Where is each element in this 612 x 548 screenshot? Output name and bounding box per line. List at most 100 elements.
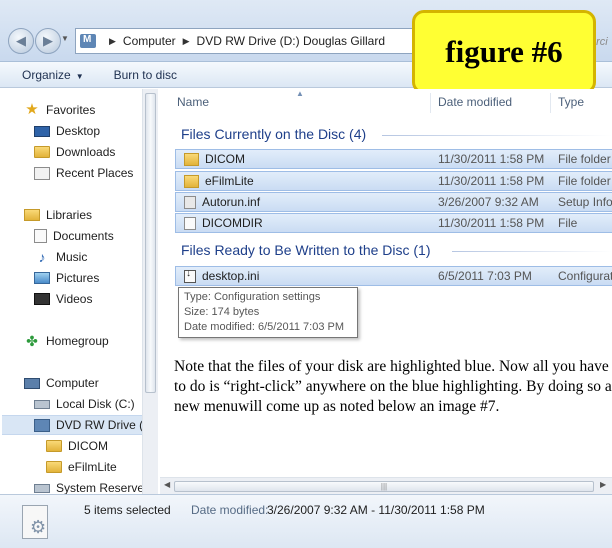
nav-label: Music bbox=[56, 250, 88, 264]
file-type: File bbox=[558, 216, 578, 230]
nav-label: Videos bbox=[56, 292, 93, 306]
breadcrumb-dvd-drive[interactable]: DVD RW Drive (D:) Douglas Gillard bbox=[197, 34, 385, 48]
file-date: 3/26/2007 9:32 AM bbox=[438, 195, 539, 209]
file-row[interactable]: DICOM 11/30/2011 1:58 PM File folder bbox=[175, 149, 612, 169]
group-divider bbox=[452, 251, 612, 252]
file-row[interactable]: eFilmLite 11/30/2011 1:58 PM File folder bbox=[175, 171, 612, 191]
horizontal-scroll-thumb[interactable]: ||| bbox=[174, 481, 594, 492]
file-date: 11/30/2011 1:58 PM bbox=[438, 174, 545, 188]
file-date: 11/30/2011 1:58 PM bbox=[438, 152, 545, 166]
nav-label: Downloads bbox=[56, 145, 116, 159]
tooltip-type: Type: Configuration settings bbox=[184, 291, 321, 303]
nav-pictures[interactable]: Pictures bbox=[34, 268, 99, 288]
nav-efilmlite-folder[interactable]: eFilmLite bbox=[46, 457, 117, 477]
group-header-on-disc[interactable]: Files Currently on the Disc (4) bbox=[181, 126, 366, 142]
file-row[interactable]: Autorun.inf 3/26/2007 9:32 AM Setup Info bbox=[175, 192, 612, 212]
nav-label: Computer bbox=[46, 376, 99, 390]
nav-label: eFilmLite bbox=[68, 460, 117, 474]
nav-scroll-thumb[interactable] bbox=[145, 93, 156, 393]
nav-label: DVD RW Drive (D bbox=[56, 418, 152, 432]
nav-libraries[interactable]: Libraries bbox=[24, 205, 92, 225]
breadcrumb-separator-icon[interactable]: ▶ bbox=[183, 36, 190, 47]
nav-videos[interactable]: Videos bbox=[34, 289, 92, 309]
address-box[interactable]: ▶ Computer ▶ DVD RW Drive (D:) Douglas G… bbox=[75, 28, 420, 54]
nav-label: Recent Places bbox=[56, 166, 134, 180]
group-header-ready-to-write[interactable]: Files Ready to Be Written to the Disc (1… bbox=[181, 242, 431, 258]
file-type: File folder bbox=[558, 174, 611, 188]
instruction-note: Note that the files of your disk are hig… bbox=[174, 358, 612, 415]
group-divider bbox=[382, 135, 612, 136]
scroll-right-icon[interactable]: ▶ bbox=[600, 480, 606, 489]
nav-system-reserved[interactable]: System Reserved bbox=[34, 478, 151, 494]
setup-file-icon bbox=[184, 195, 196, 209]
sort-ascending-icon: ▲ bbox=[296, 89, 304, 98]
nav-favorites[interactable]: ★ Favorites bbox=[24, 100, 95, 120]
file-date: 11/30/2011 1:58 PM bbox=[438, 216, 545, 230]
downloads-folder-icon bbox=[34, 146, 50, 158]
file-row[interactable]: desktop.ini 6/5/2011 7:03 PM Configurati bbox=[175, 266, 612, 286]
nav-label: Local Disk (C:) bbox=[56, 397, 135, 411]
pictures-icon bbox=[34, 272, 50, 284]
nav-music[interactable]: ♪ Music bbox=[34, 247, 88, 267]
hard-disk-icon bbox=[34, 399, 50, 409]
column-header-date-modified[interactable]: Date modified bbox=[438, 95, 512, 109]
recent-pages-chevron-icon[interactable]: ▼ bbox=[61, 34, 69, 43]
breadcrumb-separator-icon[interactable]: ▶ bbox=[109, 36, 116, 47]
nav-downloads[interactable]: Downloads bbox=[34, 142, 115, 162]
nav-homegroup[interactable]: ✤ Homegroup bbox=[24, 331, 109, 351]
file-name: DICOMDIR bbox=[202, 216, 263, 230]
tooltip-size: Size: 174 bytes bbox=[184, 306, 260, 318]
nav-dicom-folder[interactable]: DICOM bbox=[46, 436, 108, 456]
folder-icon bbox=[184, 152, 199, 166]
date-modified-range: 3/26/2007 9:32 AM - 11/30/2011 1:58 PM bbox=[267, 503, 485, 517]
file-name: desktop.ini bbox=[202, 269, 260, 283]
tooltip-date: Date modified: 6/5/2011 7:03 PM bbox=[184, 321, 345, 333]
nav-documents[interactable]: Documents bbox=[34, 226, 114, 246]
nav-desktop[interactable]: Desktop bbox=[34, 121, 100, 141]
nav-label: Pictures bbox=[56, 271, 100, 285]
nav-local-disk[interactable]: Local Disk (C:) bbox=[34, 394, 135, 414]
videos-film-icon bbox=[34, 293, 50, 305]
star-icon: ★ bbox=[25, 101, 39, 118]
libraries-icon bbox=[24, 209, 40, 221]
column-divider[interactable] bbox=[430, 93, 431, 113]
date-modified-label: Date modified: bbox=[191, 503, 269, 517]
nav-computer[interactable]: Computer bbox=[24, 373, 99, 393]
back-button[interactable]: ◀ bbox=[8, 28, 34, 54]
nav-scrollbar[interactable] bbox=[142, 89, 158, 494]
selection-count: 5 items selected bbox=[84, 503, 171, 517]
file-row[interactable]: DICOMDIR 11/30/2011 1:58 PM File bbox=[175, 213, 612, 233]
folder-icon bbox=[184, 174, 199, 188]
desktop-icon bbox=[34, 125, 50, 137]
nav-label: System Reserved bbox=[56, 481, 151, 494]
column-divider[interactable] bbox=[550, 93, 551, 113]
nav-label: Documents bbox=[53, 229, 114, 243]
scroll-left-icon[interactable]: ◀ bbox=[164, 480, 170, 489]
music-note-icon: ♪ bbox=[38, 249, 46, 265]
pending-file-icon bbox=[184, 268, 196, 283]
breadcrumb-computer[interactable]: Computer bbox=[123, 34, 176, 48]
file-name: Autorun.inf bbox=[202, 195, 261, 209]
organize-label: Organize bbox=[22, 67, 71, 82]
nav-recent-places[interactable]: Recent Places bbox=[34, 163, 133, 183]
file-icon bbox=[184, 216, 196, 230]
figure-label: figure #6 bbox=[412, 10, 596, 94]
nav-label: Homegroup bbox=[46, 334, 109, 348]
column-header-type[interactable]: Type bbox=[558, 95, 584, 109]
organize-button[interactable]: Organize ▼ bbox=[22, 68, 84, 82]
file-name: DICOM bbox=[205, 152, 245, 166]
horizontal-scrollbar[interactable]: ◀ ||| ▶ bbox=[160, 477, 612, 494]
nav-label: Desktop bbox=[56, 124, 101, 138]
folder-icon bbox=[46, 461, 62, 473]
burn-to-disc-button[interactable]: Burn to disc bbox=[114, 68, 177, 82]
forward-arrow-icon: ▶ bbox=[43, 33, 53, 48]
file-info-tooltip: Type: Configuration settings Size: 174 b… bbox=[178, 287, 358, 338]
forward-button[interactable]: ▶ bbox=[35, 28, 61, 54]
file-type: Configurati bbox=[558, 269, 612, 283]
column-header-name[interactable]: Name bbox=[177, 95, 209, 109]
file-name: eFilmLite bbox=[205, 174, 254, 188]
nav-dvd-drive[interactable]: DVD RW Drive (D bbox=[2, 415, 152, 435]
hard-disk-icon bbox=[34, 483, 50, 493]
navigation-pane: ★ Favorites Desktop Downloads Recent Plac… bbox=[0, 89, 158, 494]
chevron-down-icon: ▼ bbox=[75, 71, 84, 81]
